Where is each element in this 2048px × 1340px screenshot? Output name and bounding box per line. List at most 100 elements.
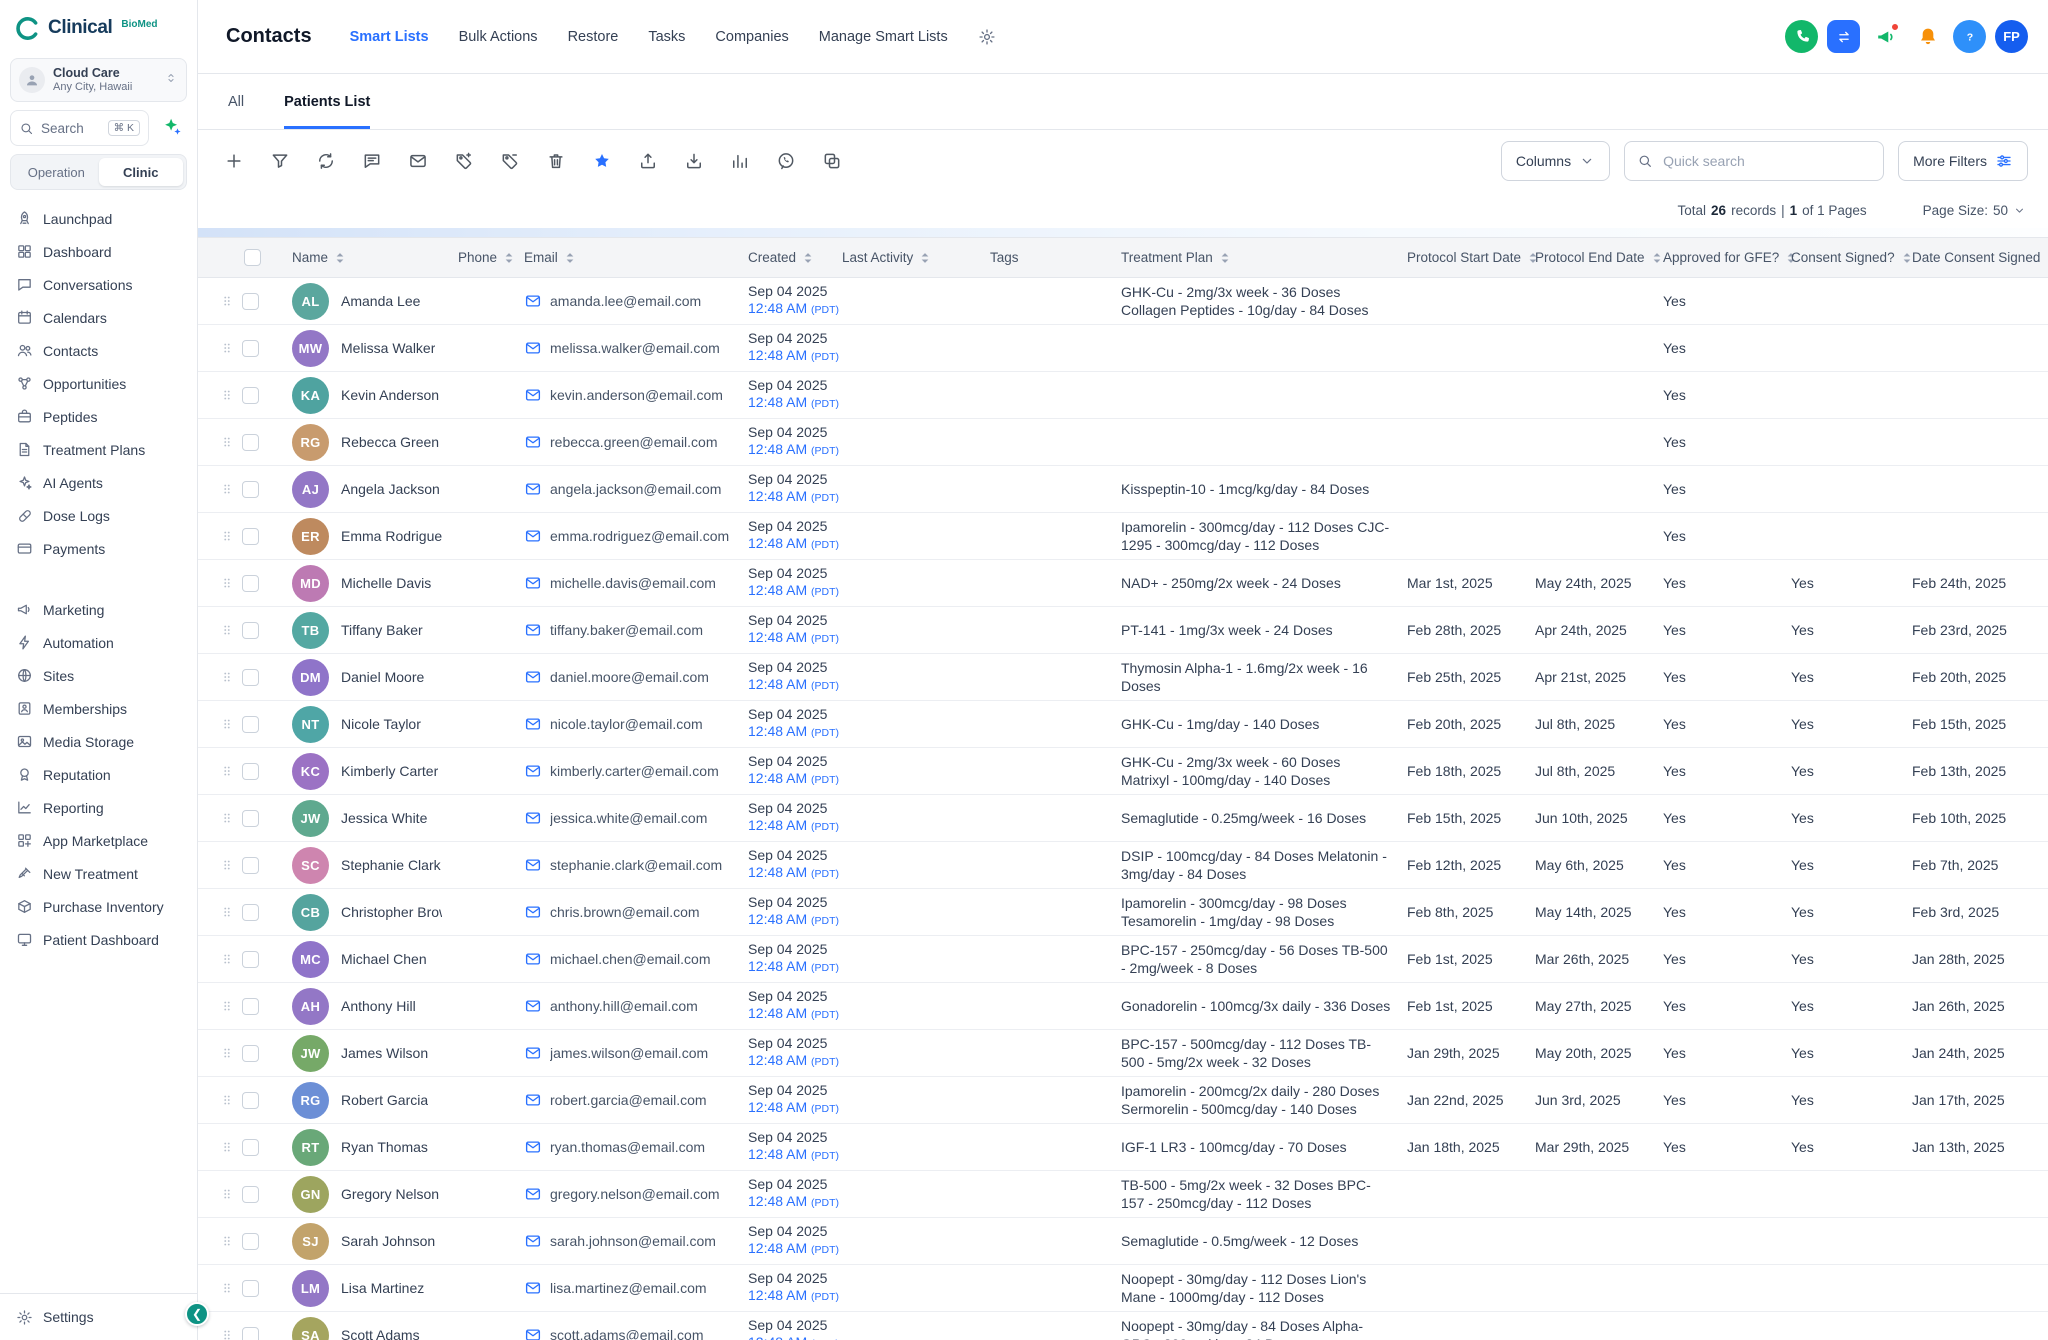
- contact-name[interactable]: Daniel Moore: [341, 669, 424, 685]
- contact-row[interactable]: MWMelissa Walkermelissa.walker@email.com…: [198, 325, 2048, 372]
- phone-button[interactable]: [1785, 20, 1818, 53]
- col-created[interactable]: Created: [740, 238, 834, 278]
- col-name[interactable]: Name: [284, 238, 450, 278]
- created-time[interactable]: 12:48 AM (PDT): [748, 723, 826, 742]
- sidebar-item-media-storage[interactable]: Media Storage: [6, 725, 191, 758]
- row-checkbox[interactable]: [242, 1139, 259, 1156]
- switch-button[interactable]: [1827, 20, 1860, 53]
- created-time[interactable]: 12:48 AM (PDT): [748, 394, 826, 413]
- col-treatment-plan[interactable]: Treatment Plan: [1113, 238, 1399, 278]
- row-checkbox[interactable]: [242, 998, 259, 1015]
- contact-name[interactable]: Scott Adams: [341, 1327, 420, 1340]
- list-tab-patients-list[interactable]: Patients List: [284, 74, 370, 129]
- contact-row[interactable]: SAScott Adamsscott.adams@email.comSep 04…: [198, 1312, 2048, 1340]
- row-checkbox[interactable]: [242, 622, 259, 639]
- row-checkbox[interactable]: [242, 481, 259, 498]
- contact-row[interactable]: RGRobert Garciarobert.garcia@email.comSe…: [198, 1077, 2048, 1124]
- contact-row[interactable]: JWJessica Whitejessica.white@email.comSe…: [198, 795, 2048, 842]
- contact-name[interactable]: Emma Rodriguez: [341, 528, 442, 544]
- created-time[interactable]: 12:48 AM (PDT): [748, 1005, 826, 1024]
- created-time[interactable]: 12:48 AM (PDT): [748, 347, 826, 366]
- contact-row[interactable]: KCKimberly Carterkimberly.carter@email.c…: [198, 748, 2048, 795]
- sidebar-item-marketing[interactable]: Marketing: [6, 593, 191, 626]
- help-button[interactable]: ?: [1953, 20, 1986, 53]
- col-tags[interactable]: Tags: [982, 238, 1113, 278]
- location-switcher[interactable]: Cloud Care Any City, Hawaii: [10, 58, 187, 102]
- contact-name[interactable]: Michael Chen: [341, 951, 427, 967]
- list-tab-all[interactable]: All: [228, 74, 244, 129]
- created-time[interactable]: 12:48 AM (PDT): [748, 1099, 826, 1118]
- toolbar-filter-button[interactable]: [270, 151, 290, 171]
- contact-row[interactable]: RTRyan Thomasryan.thomas@email.comSep 04…: [198, 1124, 2048, 1171]
- contact-name[interactable]: Amanda Lee: [341, 293, 420, 309]
- sidebar-item-reputation[interactable]: Reputation: [6, 758, 191, 791]
- row-checkbox[interactable]: [242, 340, 259, 357]
- row-checkbox[interactable]: [242, 528, 259, 545]
- tab-tasks[interactable]: Tasks: [648, 29, 685, 45]
- sidebar-item-contacts[interactable]: Contacts: [6, 334, 191, 367]
- tab-bulk-actions[interactable]: Bulk Actions: [459, 29, 538, 45]
- row-checkbox[interactable]: [242, 293, 259, 310]
- col-consent-signed[interactable]: Consent Signed?: [1783, 238, 1904, 278]
- contact-name[interactable]: Nicole Taylor: [341, 716, 421, 732]
- contact-row[interactable]: AHAnthony Hillanthony.hill@email.comSep …: [198, 983, 2048, 1030]
- contact-name[interactable]: Kimberly Carter: [341, 763, 438, 779]
- contact-row[interactable]: AJAngela Jacksonangela.jackson@email.com…: [198, 466, 2048, 513]
- mode-option-operation[interactable]: Operation: [14, 158, 99, 186]
- bell-solid-button[interactable]: [1911, 20, 1944, 53]
- col-date-consent-signed[interactable]: Date Consent Signed: [1904, 238, 2048, 278]
- contact-email[interactable]: anthony.hill@email.com: [550, 998, 698, 1014]
- contact-row[interactable]: GNGregory Nelsongregory.nelson@email.com…: [198, 1171, 2048, 1218]
- created-time[interactable]: 12:48 AM (PDT): [748, 864, 826, 883]
- created-time[interactable]: 12:48 AM (PDT): [748, 441, 826, 460]
- contact-name[interactable]: James Wilson: [341, 1045, 428, 1061]
- contact-email[interactable]: nicole.taylor@email.com: [550, 716, 703, 732]
- col-protocol-end-date[interactable]: Protocol End Date: [1527, 238, 1655, 278]
- col-email[interactable]: Email: [516, 238, 740, 278]
- contact-email[interactable]: sarah.johnson@email.com: [550, 1233, 716, 1249]
- more-filters-button[interactable]: More Filters: [1898, 141, 2028, 181]
- contact-name[interactable]: Robert Garcia: [341, 1092, 428, 1108]
- contact-row[interactable]: TBTiffany Bakertiffany.baker@email.comSe…: [198, 607, 2048, 654]
- toolbar-export-button[interactable]: [638, 151, 658, 171]
- sidebar-search[interactable]: Search ⌘ K: [10, 110, 149, 146]
- contact-name[interactable]: Gregory Nelson: [341, 1186, 439, 1202]
- created-time[interactable]: 12:48 AM (PDT): [748, 676, 826, 695]
- row-checkbox[interactable]: [242, 857, 259, 874]
- contact-email[interactable]: emma.rodriguez@email.com: [550, 528, 729, 544]
- mode-option-clinic[interactable]: Clinic: [99, 158, 184, 186]
- row-checkbox[interactable]: [242, 1045, 259, 1062]
- row-checkbox[interactable]: [242, 387, 259, 404]
- col-protocol-start-date[interactable]: Protocol Start Date: [1399, 238, 1527, 278]
- toolbar-whatsapp-button[interactable]: [776, 151, 796, 171]
- contact-row[interactable]: MCMichael Chenmichael.chen@email.comSep …: [198, 936, 2048, 983]
- created-time[interactable]: 12:48 AM (PDT): [748, 1052, 826, 1071]
- toolbar-import-button[interactable]: [684, 151, 704, 171]
- row-checkbox[interactable]: [242, 810, 259, 827]
- contact-email[interactable]: jessica.white@email.com: [550, 810, 707, 826]
- contact-name[interactable]: Christopher Brown: [341, 904, 442, 920]
- created-time[interactable]: 12:48 AM (PDT): [748, 958, 826, 977]
- toolbar-trash-button[interactable]: [546, 151, 566, 171]
- contact-row[interactable]: KAKevin Andersonkevin.anderson@email.com…: [198, 372, 2048, 419]
- created-time[interactable]: 12:48 AM (PDT): [748, 1287, 826, 1306]
- row-checkbox[interactable]: [242, 1280, 259, 1297]
- sidebar-item-payments[interactable]: Payments: [6, 532, 191, 565]
- sidebar-item-calendars[interactable]: Calendars: [6, 301, 191, 334]
- created-time[interactable]: 12:48 AM (PDT): [748, 582, 826, 601]
- contact-row[interactable]: CBChristopher Brownchris.brown@email.com…: [198, 889, 2048, 936]
- contact-row[interactable]: NTNicole Taylornicole.taylor@email.comSe…: [198, 701, 2048, 748]
- created-time[interactable]: 12:48 AM (PDT): [748, 1240, 826, 1259]
- contact-email[interactable]: gregory.nelson@email.com: [550, 1186, 720, 1202]
- contact-row[interactable]: JWJames Wilsonjames.wilson@email.comSep …: [198, 1030, 2048, 1077]
- contact-email[interactable]: chris.brown@email.com: [550, 904, 700, 920]
- contact-row[interactable]: EREmma Rodriguezemma.rodriguez@email.com…: [198, 513, 2048, 560]
- brand-logo[interactable]: Clinical BioMed: [0, 0, 197, 56]
- sidebar-item-ai-agents[interactable]: AI Agents: [6, 466, 191, 499]
- sidebar-item-settings[interactable]: Settings: [0, 1294, 197, 1340]
- row-checkbox[interactable]: [242, 1186, 259, 1203]
- page-size-selector[interactable]: Page Size: 50: [1923, 203, 2026, 218]
- contact-name[interactable]: Stephanie Clark: [341, 857, 441, 873]
- col-approved-for-gfe[interactable]: Approved for GFE?: [1655, 238, 1783, 278]
- contact-email[interactable]: scott.adams@email.com: [550, 1327, 703, 1340]
